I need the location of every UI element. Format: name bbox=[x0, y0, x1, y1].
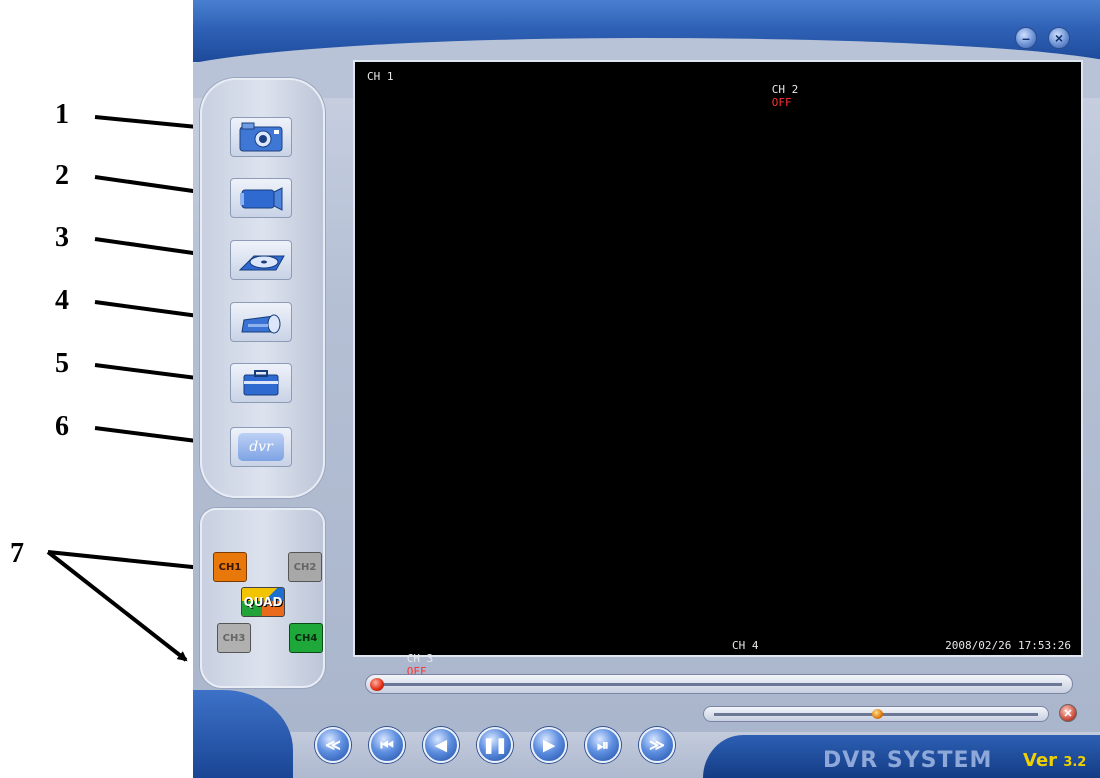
version-prefix: Ver bbox=[1023, 750, 1058, 771]
camera-icon bbox=[239, 122, 283, 152]
version-label: Ver 3.2 bbox=[1023, 750, 1086, 771]
channel-3-name: CH 3 bbox=[406, 652, 434, 665]
skip-back-icon: ⏮ bbox=[380, 736, 394, 754]
quad-view-button[interactable]: QUAD bbox=[241, 587, 285, 617]
play-icon: ▶ bbox=[543, 737, 555, 754]
pause-icon: ❚❚ bbox=[482, 737, 508, 754]
mute-button[interactable]: ✕ bbox=[1059, 704, 1077, 722]
timestamp: 2008/02/26 17:53:26 bbox=[945, 639, 1071, 652]
dvr-logo-text: dvr bbox=[249, 439, 273, 455]
brand-title: DVR SYSTEM bbox=[823, 748, 993, 773]
annotation-5: 5 bbox=[55, 348, 69, 379]
channel-1-button[interactable]: CH1 bbox=[213, 552, 247, 582]
progress-thumb[interactable] bbox=[370, 678, 384, 691]
volume-thumb[interactable] bbox=[872, 709, 883, 719]
volume-slider[interactable] bbox=[703, 706, 1049, 722]
annotation-3: 3 bbox=[55, 222, 69, 253]
video-camera-icon bbox=[240, 187, 283, 211]
channel-4-label: CH 4 bbox=[732, 639, 759, 652]
settings-button[interactable] bbox=[230, 363, 292, 403]
video-display[interactable]: CH 1 CH 2 OFF CH 3 OFF CH 4 2008/02/26 1… bbox=[353, 60, 1083, 678]
minimize-icon: – bbox=[1022, 30, 1030, 46]
dvr-logo-icon: dvr bbox=[238, 433, 284, 461]
annotation-6: 6 bbox=[55, 411, 69, 442]
channel-2-button[interactable]: CH2 bbox=[288, 552, 322, 582]
channel-2-label: CH 2 OFF bbox=[732, 70, 799, 122]
snapshot-button[interactable] bbox=[230, 117, 292, 157]
quad-label: QUAD bbox=[243, 595, 283, 609]
fast-forward-button[interactable]: ≫ bbox=[639, 727, 675, 763]
bottom-left-decoration bbox=[193, 690, 293, 778]
channel-2-name: CH 2 bbox=[771, 83, 799, 96]
close-icon: × bbox=[1054, 30, 1064, 46]
pause-button[interactable]: ❚❚ bbox=[477, 727, 513, 763]
step-forward-icon: ⏯ bbox=[596, 736, 609, 754]
channel-2-status: OFF bbox=[771, 96, 792, 109]
playback-progress-bar[interactable] bbox=[365, 674, 1073, 694]
play-reverse-icon: ◀ bbox=[435, 737, 447, 754]
briefcase-icon bbox=[243, 370, 279, 396]
fast-rewind-icon: ≪ bbox=[325, 737, 341, 754]
annotation-4: 4 bbox=[55, 285, 69, 316]
annotation-2: 2 bbox=[55, 160, 69, 191]
dvr-window: – × dvr CH1 CH2 QUAD CH3 CH4 CH 1 CH 2 O… bbox=[193, 0, 1100, 778]
annotation-1: 1 bbox=[55, 99, 69, 130]
fast-rewind-button[interactable]: ≪ bbox=[315, 727, 351, 763]
disc-icon bbox=[238, 255, 285, 271]
dvr-button[interactable]: dvr bbox=[230, 427, 292, 467]
fast-forward-icon: ≫ bbox=[649, 737, 665, 754]
channel-4-button[interactable]: CH4 bbox=[289, 623, 323, 653]
record-button[interactable] bbox=[230, 178, 292, 218]
arrow-7a bbox=[47, 550, 204, 573]
printer-icon bbox=[241, 314, 281, 334]
annotation-7: 7 bbox=[10, 538, 24, 569]
mute-icon: ✕ bbox=[1063, 707, 1073, 720]
arrow-7b bbox=[46, 550, 188, 662]
step-forward-button[interactable]: ⏯ bbox=[585, 727, 621, 763]
minimize-button[interactable]: – bbox=[1015, 27, 1037, 49]
version-number: 3.2 bbox=[1063, 755, 1087, 770]
previous-button[interactable]: ⏮ bbox=[369, 727, 405, 763]
channel-3-button[interactable]: CH3 bbox=[217, 623, 251, 653]
channel-1-label: CH 1 bbox=[367, 70, 394, 83]
play-reverse-button[interactable]: ◀ bbox=[423, 727, 459, 763]
print-button[interactable] bbox=[230, 302, 292, 342]
play-button[interactable]: ▶ bbox=[531, 727, 567, 763]
playback-button[interactable] bbox=[230, 240, 292, 280]
close-button[interactable]: × bbox=[1048, 27, 1070, 49]
progress-track bbox=[376, 683, 1062, 686]
